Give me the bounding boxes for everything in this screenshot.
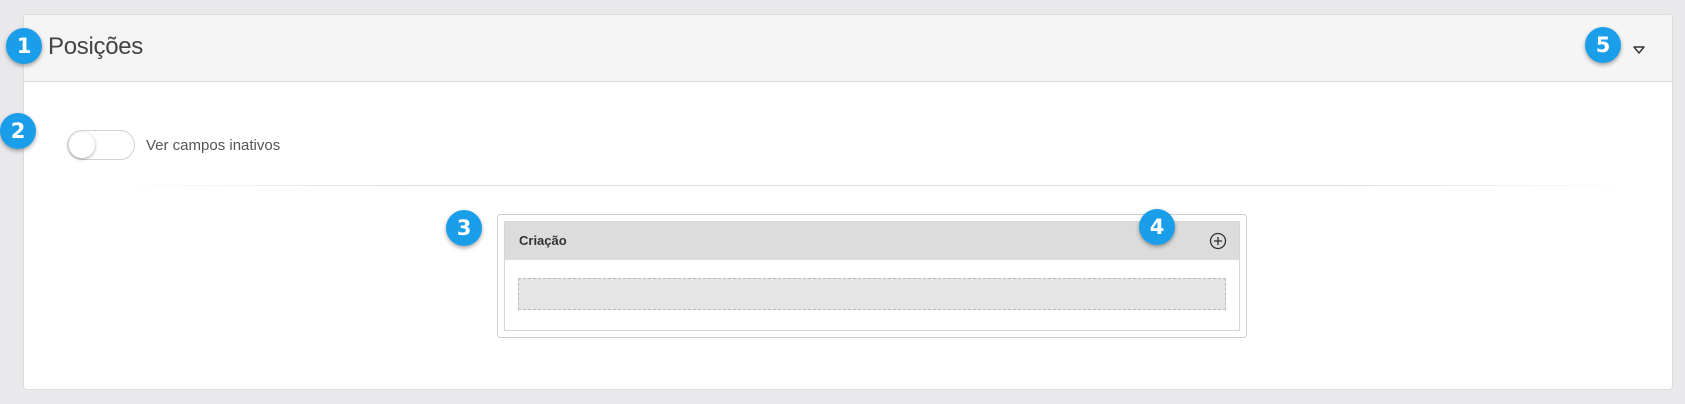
caret-down-icon[interactable] bbox=[1632, 43, 1646, 57]
toggle-knob bbox=[69, 132, 95, 158]
divider bbox=[114, 185, 1634, 186]
panel-header: Posições bbox=[24, 15, 1672, 82]
show-inactive-label: Ver campos inativos bbox=[146, 137, 281, 154]
page-title: Posições bbox=[48, 33, 143, 60]
drop-zone[interactable] bbox=[518, 278, 1226, 310]
positions-panel: Posições Ver campos inativos Criação bbox=[23, 14, 1673, 390]
callout-badge-3: 3 bbox=[446, 210, 482, 246]
show-inactive-toggle[interactable] bbox=[67, 130, 135, 160]
callout-badge-5: 5 bbox=[1585, 27, 1621, 63]
stage-card-header: Criação bbox=[505, 222, 1239, 260]
callout-badge-4: 4 bbox=[1139, 209, 1175, 245]
callout-badge-1: 1 bbox=[6, 28, 42, 64]
stage-card-title: Criação bbox=[519, 233, 567, 248]
callout-badge-2: 2 bbox=[0, 113, 36, 149]
stage-card-inner: Criação bbox=[504, 221, 1240, 331]
plus-circle-icon[interactable] bbox=[1209, 232, 1227, 250]
stage-card: Criação bbox=[497, 214, 1247, 338]
